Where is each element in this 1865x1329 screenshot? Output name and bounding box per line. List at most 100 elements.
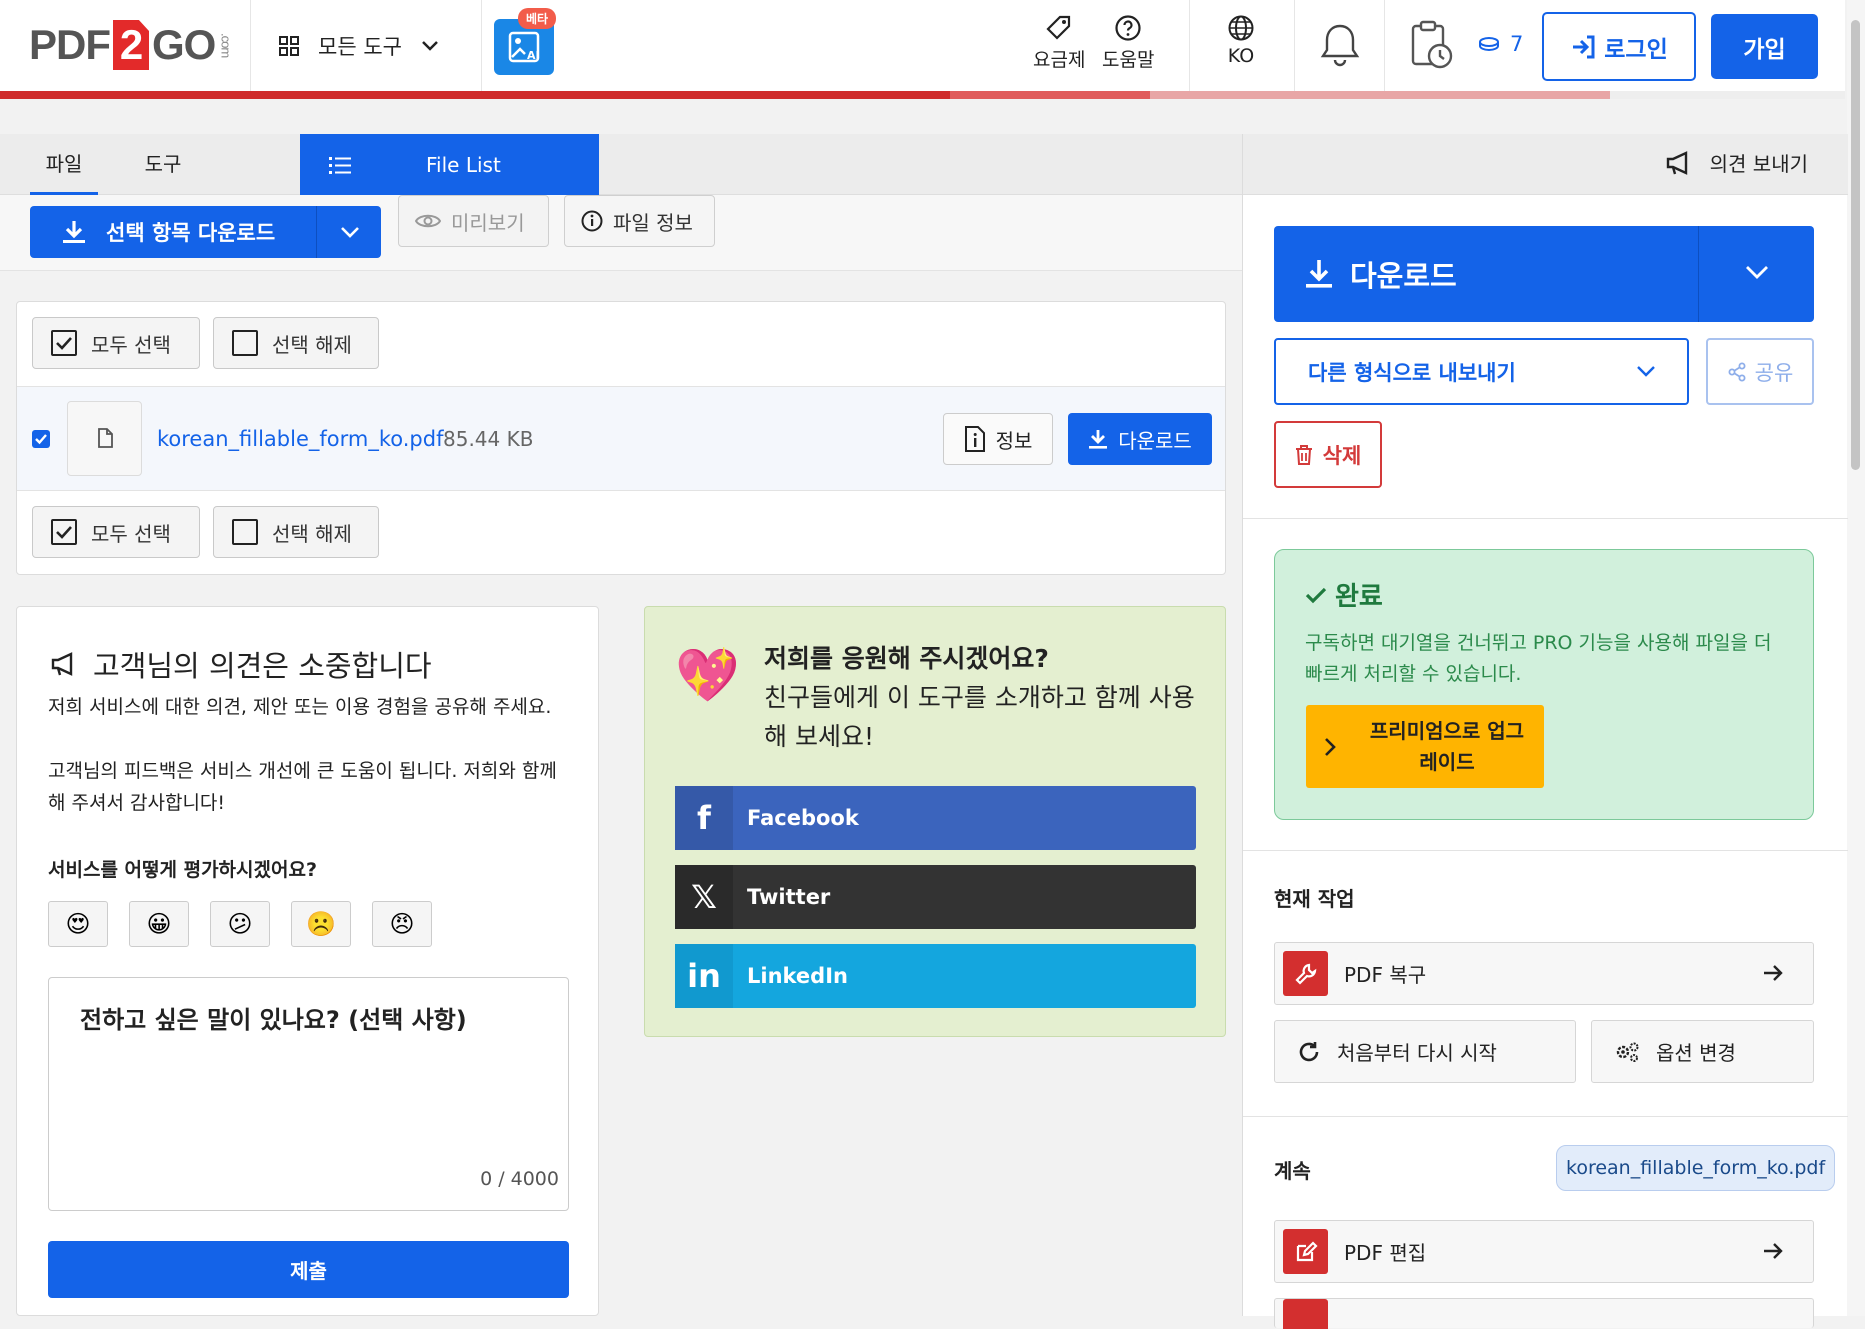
x-twitter-icon: 𝕏 xyxy=(675,865,733,929)
file-info-small-button[interactable]: 정보 xyxy=(943,413,1053,465)
info-circle-icon xyxy=(581,210,603,232)
file-name-link[interactable]: korean_fillable_form_ko.pdf xyxy=(157,427,443,451)
select-all-button[interactable]: 모두 선택 xyxy=(32,317,200,369)
pdf2go-logo[interactable]: PDF 2 GO .com xyxy=(29,20,233,70)
language-selector[interactable]: KO xyxy=(1227,14,1255,67)
preview-label: 미리보기 xyxy=(451,210,525,235)
restart-button[interactable]: 처음부터 다시 시작 xyxy=(1274,1020,1576,1083)
select-all-button[interactable]: 모두 선택 xyxy=(32,506,200,558)
download-icon xyxy=(1089,430,1108,449)
stripe-segment xyxy=(1610,91,1845,99)
selection-controls-bottom: 모두 선택 선택 해제 xyxy=(17,491,1225,575)
support-card: 💖 저희를 응원해 주시겠어요? 친구들에게 이 도구를 소개하고 함께 사용해… xyxy=(644,606,1226,1037)
file-info-label: 파일 정보 xyxy=(613,210,693,235)
section-divider xyxy=(1243,518,1848,519)
logo-suffix: .com xyxy=(218,32,234,58)
submit-button[interactable]: 제출 xyxy=(48,1241,569,1298)
logo-text-left: PDF xyxy=(29,21,111,68)
document-icon xyxy=(98,428,113,448)
sparkling-heart-icon: 💖 xyxy=(675,646,740,706)
rating-sad-button[interactable]: ☹️ xyxy=(291,901,351,947)
main-download-label: 다운로드 xyxy=(1350,259,1457,293)
list-icon xyxy=(329,156,351,174)
linkedin-label: LinkedIn xyxy=(747,964,848,988)
send-feedback-button[interactable]: 의견 보내기 xyxy=(1664,148,1808,177)
deselect-button[interactable]: 선택 해제 xyxy=(213,506,379,558)
textarea-placeholder: 전하고 싶은 말이 있나요? (선택 사항) xyxy=(80,1006,467,1034)
change-options-button[interactable]: 옵션 변경 xyxy=(1591,1020,1814,1083)
chevron-down-icon[interactable] xyxy=(339,225,361,239)
split-divider xyxy=(316,206,317,258)
header-divider xyxy=(481,0,482,91)
pdf-repair-tool[interactable]: PDF 복구 xyxy=(1274,942,1814,1005)
main-download-button[interactable]: 다운로드 xyxy=(1274,226,1814,322)
tab-tools[interactable]: 도구 xyxy=(140,134,186,195)
left-tab-bar: 파일 도구 xyxy=(0,134,1242,195)
credits-indicator[interactable]: 7 xyxy=(1478,32,1523,56)
twitter-share-button[interactable]: 𝕏 Twitter xyxy=(675,865,1196,929)
download-selected-button[interactable]: 선택 항목 다운로드 xyxy=(30,206,381,258)
help-label: 도움말 xyxy=(1102,49,1155,71)
upgrade-premium-button[interactable]: 프리미엄으로 업그레이드 xyxy=(1306,705,1544,788)
scrollbar-thumb[interactable] xyxy=(1851,20,1860,470)
header-divider xyxy=(250,0,251,91)
next-tool-partial[interactable] xyxy=(1274,1298,1814,1329)
feedback-title-text: 고객님의 의견은 소중합니다 xyxy=(93,649,432,683)
login-button[interactable]: 로그인 xyxy=(1542,12,1696,81)
arrow-right-icon xyxy=(1764,965,1783,981)
tab-file[interactable]: 파일 xyxy=(30,134,98,195)
megaphone-icon xyxy=(1666,150,1687,175)
header-divider xyxy=(1294,0,1295,91)
select-all-label: 모두 선택 xyxy=(91,521,171,546)
export-format-dropdown[interactable]: 다른 형식으로 내보내기 xyxy=(1274,338,1689,405)
delete-button[interactable]: 삭제 xyxy=(1274,421,1382,488)
file-list-label: File List xyxy=(426,152,501,177)
preview-button[interactable]: 미리보기 xyxy=(398,195,549,247)
change-options-label: 옵션 변경 xyxy=(1656,1041,1736,1065)
chevron-down-icon[interactable] xyxy=(1744,264,1770,280)
deselect-button[interactable]: 선택 해제 xyxy=(213,317,379,369)
feedback-textarea[interactable]: 전하고 싶은 말이 있나요? (선택 사항) 0 / 4000 xyxy=(48,977,569,1211)
top-header: PDF 2 GO .com 모든 도구 AI 베타 요금제 도움말 KO 7 로… xyxy=(0,0,1845,92)
page-scrollbar[interactable] xyxy=(1847,0,1865,1316)
section-divider xyxy=(1243,850,1848,851)
facebook-share-button[interactable]: f Facebook xyxy=(675,786,1196,850)
bell-icon[interactable] xyxy=(1316,20,1364,70)
file-download-button[interactable]: 다운로드 xyxy=(1068,413,1212,465)
split-divider xyxy=(1698,226,1699,322)
rating-love-button[interactable]: 😍 xyxy=(48,901,108,947)
empty-box-icon xyxy=(232,519,258,545)
file-row: korean_fillable_form_ko.pdf 85.44 KB 정보 … xyxy=(17,386,1225,491)
credits-count: 7 xyxy=(1510,32,1524,56)
stripe-segment xyxy=(950,91,1150,99)
signup-button[interactable]: 가입 xyxy=(1711,14,1818,79)
empty-box-icon xyxy=(232,330,258,356)
logo-text-right: GO xyxy=(152,21,216,68)
facebook-label: Facebook xyxy=(747,806,859,830)
eye-icon xyxy=(415,214,441,228)
file-checkbox[interactable] xyxy=(32,430,50,448)
section-divider xyxy=(1243,1116,1848,1117)
rating-happy-button[interactable]: 😀 xyxy=(129,901,189,947)
rating-confused-button[interactable]: 😕 xyxy=(210,901,270,947)
header-progress-stripe xyxy=(0,91,1845,99)
share-button[interactable]: 공유 xyxy=(1706,338,1814,405)
checked-box-icon xyxy=(51,519,77,545)
all-tools-dropdown[interactable]: 모든 도구 xyxy=(278,24,440,68)
file-list-box: 모두 선택 선택 해제 korean_fillable_form_ko.pdf … xyxy=(16,301,1226,575)
file-info-icon xyxy=(964,426,985,452)
restart-label: 처음부터 다시 시작 xyxy=(1337,1041,1497,1065)
pricing-button[interactable]: 요금제 xyxy=(1033,14,1085,72)
history-clipboard-icon[interactable] xyxy=(1408,18,1456,72)
support-text: 저희를 응원해 주시겠어요? 친구들에게 이 도구를 소개하고 함께 사용해 보… xyxy=(764,639,1204,756)
file-info-button[interactable]: 파일 정보 xyxy=(564,195,715,247)
login-arrow-icon xyxy=(1573,35,1595,58)
pdf-edit-tool[interactable]: PDF 편집 xyxy=(1274,1220,1814,1283)
rating-angry-button[interactable]: 😠 xyxy=(372,901,432,947)
tab-file-list[interactable]: File List xyxy=(300,134,599,195)
arrow-right-icon xyxy=(1764,1243,1783,1259)
linkedin-share-button[interactable]: in LinkedIn xyxy=(675,944,1196,1008)
deselect-label: 선택 해제 xyxy=(272,332,352,357)
send-feedback-label: 의견 보내기 xyxy=(1709,152,1808,176)
help-button[interactable]: 도움말 xyxy=(1102,14,1154,72)
